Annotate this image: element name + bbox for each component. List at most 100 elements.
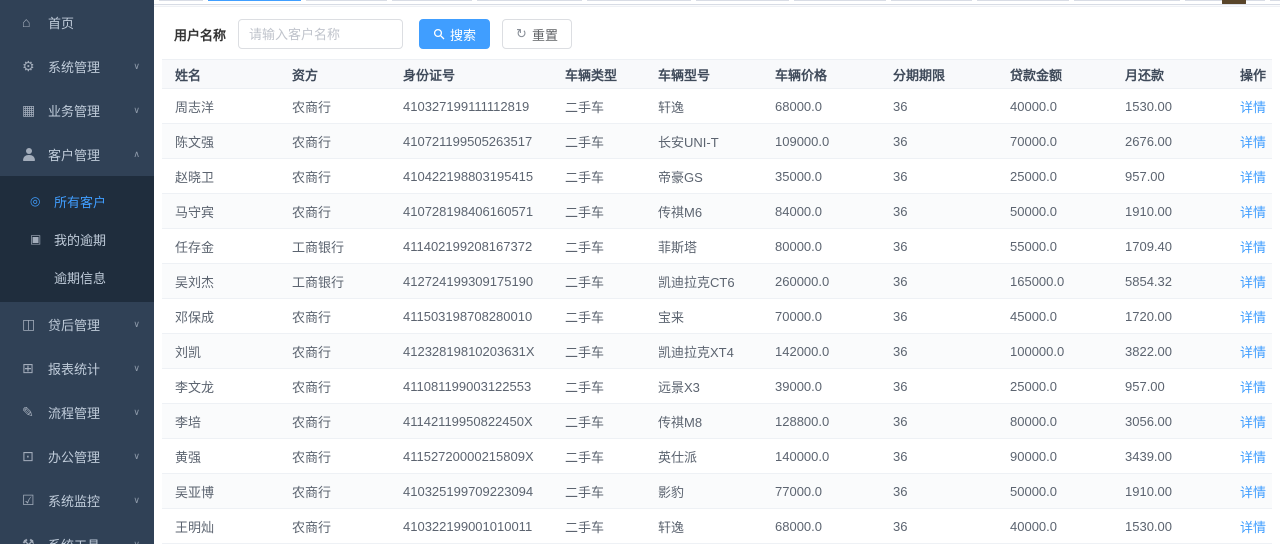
table-header-row: 姓名资方身份证号车辆类型车辆型号车辆价格分期期限贷款金额月还款操作: [162, 60, 1272, 89]
sidebar-item-home[interactable]: ⌂首页: [0, 0, 154, 44]
sidebar-item-business[interactable]: ▦业务管理∨: [0, 88, 154, 132]
sidebar-item-all-customers[interactable]: ◎所有客户: [0, 182, 154, 220]
cell-name: 王明灿: [162, 509, 292, 544]
tab-collect-records[interactable]: 贷后催收记录×: [477, 0, 581, 1]
detail-link[interactable]: 详情: [1240, 310, 1266, 325]
cell-vehicle_model: 轩逸: [658, 89, 775, 124]
sidebar-item-system[interactable]: ⚙系统管理∨: [0, 44, 154, 88]
sidebar-item-report[interactable]: ⊞报表统计∨: [0, 346, 154, 390]
detail-link[interactable]: 详情: [1240, 415, 1266, 430]
detail-link[interactable]: 详情: [1240, 485, 1266, 500]
reset-button[interactable]: ↻ 重置: [502, 19, 572, 49]
tab-home[interactable]: 首页: [159, 0, 203, 1]
tool-icon: ⚒: [22, 536, 48, 544]
column-header-vehicle_price: 车辆价格: [775, 60, 893, 89]
columns-icon: ◫: [22, 316, 48, 333]
card-icon: ▣: [30, 232, 54, 246]
table-row: 黄强农商行41152720000215809X二手车英仕派140000.0369…: [162, 439, 1272, 474]
cell-vehicle_model: 传祺M6: [658, 194, 775, 229]
table-row: 吴刘杰工商银行412724199309175190二手车凯迪拉克CT626000…: [162, 264, 1272, 299]
cell-vehicle_model: 远景X3: [658, 369, 775, 404]
tab-company-bankcard[interactable]: 公司银行卡×: [696, 0, 788, 1]
reset-button-label: 重置: [532, 25, 558, 44]
detail-link[interactable]: 详情: [1240, 135, 1266, 150]
sidebar-item-process[interactable]: ✎流程管理∨: [0, 390, 154, 434]
cell-term: 36: [893, 474, 1010, 509]
tab-overdue-info[interactable]: 逾期信息×: [306, 0, 386, 1]
cell-loan_amount: 70000.0: [1010, 124, 1125, 159]
sidebar-item-tools[interactable]: ⚒系统工具∨: [0, 522, 154, 544]
chevron-down-icon: ∨: [133, 495, 140, 506]
sidebar-item-label: 业务管理: [48, 101, 100, 120]
tab-my-process[interactable]: 我的流程×: [1270, 0, 1280, 1]
cell-id_number: 410327199111112819: [403, 89, 565, 124]
cell-action: 详情: [1235, 89, 1272, 124]
sidebar-item-office[interactable]: ⊡办公管理∨: [0, 434, 154, 478]
cell-loan_amount: 45000.0: [1010, 299, 1125, 334]
table-body: 周志洋农商行410327199111112819二手车轩逸68000.03640…: [162, 89, 1272, 544]
cell-vehicle_model: 轩逸: [658, 509, 775, 544]
tab-all-customers[interactable]: 所有客户×: [208, 0, 301, 1]
cell-loan_amount: 25000.0: [1010, 369, 1125, 404]
customer-name-input[interactable]: [238, 19, 403, 49]
cell-vehicle_price: 68000.0: [775, 509, 893, 544]
detail-link[interactable]: 详情: [1240, 345, 1266, 360]
cell-term: 36: [893, 334, 1010, 369]
sidebar-subitem-label: 我的逾期: [54, 230, 106, 249]
detail-link[interactable]: 详情: [1240, 240, 1266, 255]
cell-vehicle_model: 帝豪GS: [658, 159, 775, 194]
cell-name: 黄强: [162, 439, 292, 474]
cell-vehicle_type: 二手车: [565, 229, 658, 264]
avatar-fragment[interactable]: [1222, 0, 1246, 5]
tab-order-detail[interactable]: 订单详情×: [392, 0, 472, 1]
sidebar-item-monitor[interactable]: ☑系统监控∨: [0, 478, 154, 522]
tab-visit-records[interactable]: 外访记录×: [891, 0, 971, 1]
cell-vehicle_model: 凯迪拉克XT4: [658, 334, 775, 369]
search-button[interactable]: 搜索: [419, 19, 490, 49]
cell-id_number: 41152720000215809X: [403, 439, 565, 474]
tab-collect-plan[interactable]: 催收处理方案×: [587, 0, 691, 1]
cell-id_number: 410325199709223094: [403, 474, 565, 509]
table-row: 陈文强农商行410721199505263517二手车长安UNI-T109000…: [162, 124, 1272, 159]
detail-link[interactable]: 详情: [1240, 380, 1266, 395]
sidebar: ⌂首页⚙系统管理∨▦业务管理∨客户管理∧◎所有客户▣我的逾期逾期信息◫贷后管理∨…: [0, 0, 154, 544]
tab-emergency-contacts[interactable]: 紧急联系人×: [977, 0, 1069, 1]
cell-vehicle_type: 二手车: [565, 334, 658, 369]
detail-link[interactable]: 详情: [1240, 450, 1266, 465]
sidebar-item-my-overdue[interactable]: ▣我的逾期: [0, 220, 154, 258]
cell-name: 刘凯: [162, 334, 292, 369]
chart-icon: ⊞: [22, 360, 48, 377]
column-header-action: 操作: [1235, 60, 1272, 89]
cell-monthly_payment: 1530.00: [1125, 89, 1235, 124]
cell-vehicle_model: 英仕派: [658, 439, 775, 474]
main-area: 首页 所有客户× 逾期信息× 订单详情× 贷后催收记录× 催收处理方案× 公司银行卡× 客户银…: [154, 0, 1280, 544]
sidebar-item-loan-post[interactable]: ◫贷后管理∨: [0, 302, 154, 346]
tab-customer-gps[interactable]: 客户GPS信息×: [1074, 0, 1180, 1]
cell-vehicle_price: 70000.0: [775, 299, 893, 334]
sidebar-item-customer[interactable]: 客户管理∧: [0, 132, 154, 176]
detail-link[interactable]: 详情: [1240, 520, 1266, 535]
detail-link[interactable]: 详情: [1240, 100, 1266, 115]
cell-funder: 农商行: [292, 439, 403, 474]
cell-monthly_payment: 2676.00: [1125, 124, 1235, 159]
column-header-monthly_payment: 月还款: [1125, 60, 1235, 89]
tab-bar: 首页 所有客户× 逾期信息× 订单详情× 贷后催收记录× 催收处理方案× 公司银行卡× 客户银…: [154, 0, 1280, 5]
search-form: 用户名称 搜索 ↻ 重置: [154, 7, 1280, 59]
sidebar-item-label: 报表统计: [48, 359, 100, 378]
detail-link[interactable]: 详情: [1240, 275, 1266, 290]
sidebar-item-overdue-info[interactable]: 逾期信息: [0, 258, 154, 296]
cell-term: 36: [893, 159, 1010, 194]
refresh-icon: ↻: [516, 26, 527, 42]
table-row: 刘凯农商行41232819810203631X二手车凯迪拉克XT4142000.…: [162, 334, 1272, 369]
sidebar-menu: ⌂首页⚙系统管理∨▦业务管理∨客户管理∧◎所有客户▣我的逾期逾期信息◫贷后管理∨…: [0, 0, 154, 544]
tab-customer-bankcard[interactable]: 客户银行卡×: [794, 0, 886, 1]
cell-funder: 农商行: [292, 194, 403, 229]
detail-link[interactable]: 详情: [1240, 170, 1266, 185]
cell-id_number: 411081199003122553: [403, 369, 565, 404]
cell-action: 详情: [1235, 369, 1272, 404]
cell-vehicle_model: 宝来: [658, 299, 775, 334]
customer-table: 姓名资方身份证号车辆类型车辆型号车辆价格分期期限贷款金额月还款操作 周志洋农商行…: [154, 59, 1280, 544]
cell-id_number: 41142119950822450X: [403, 404, 565, 439]
cell-vehicle_model: 传祺M8: [658, 404, 775, 439]
detail-link[interactable]: 详情: [1240, 205, 1266, 220]
